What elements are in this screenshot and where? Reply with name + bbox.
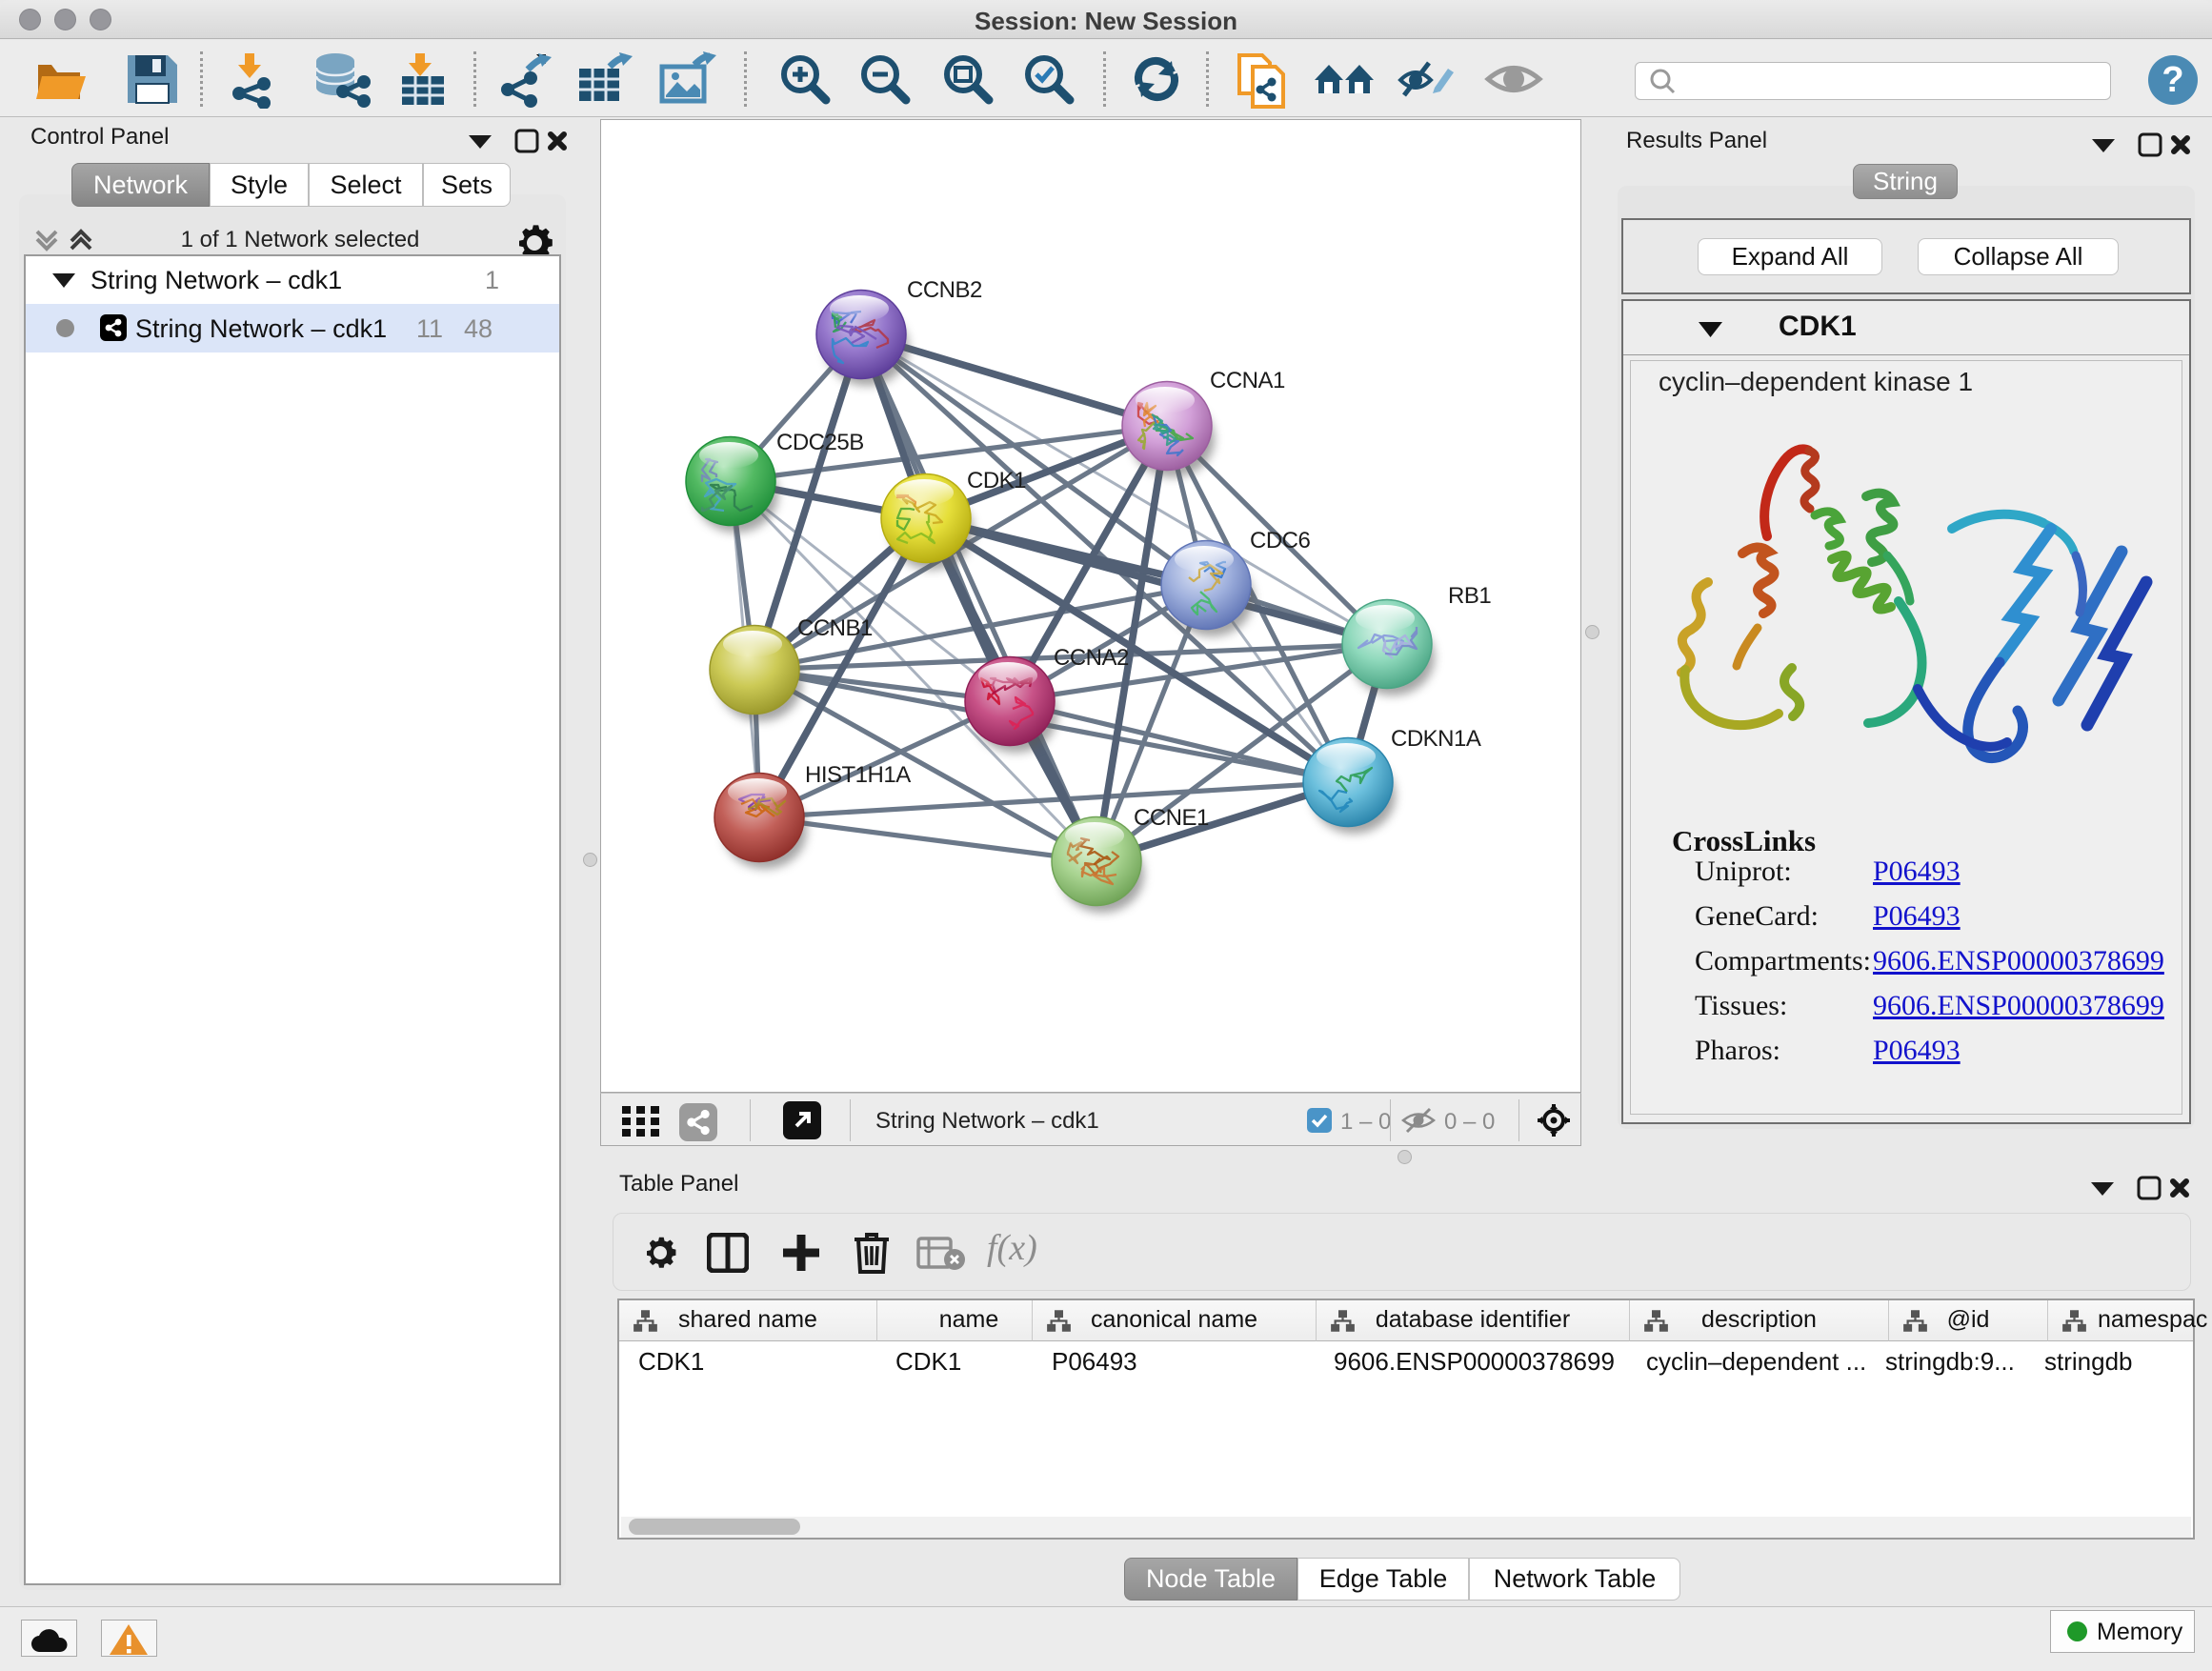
svg-text:CCNA2: CCNA2 [1054, 645, 1129, 671]
svg-text:CCNB2: CCNB2 [907, 277, 982, 303]
svg-text:RB1: RB1 [1448, 583, 1491, 609]
svg-text:CCNB1: CCNB1 [797, 615, 873, 641]
svg-text:CCNE1: CCNE1 [1134, 805, 1209, 831]
svg-text:CCNA1: CCNA1 [1210, 368, 1285, 393]
svg-text:?: ? [2162, 60, 2183, 100]
svg-text:CDC6: CDC6 [1250, 528, 1310, 554]
svg-text:CDC25B: CDC25B [776, 430, 864, 455]
svg-text:CDKN1A: CDKN1A [1391, 726, 1481, 752]
svg-text:CDK1: CDK1 [967, 468, 1026, 493]
svg-text:HIST1H1A: HIST1H1A [805, 762, 911, 788]
